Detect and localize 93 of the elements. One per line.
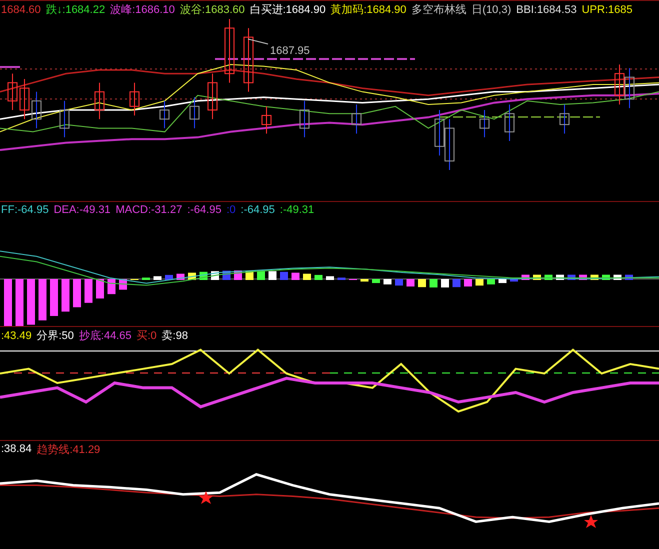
candlestick	[560, 104, 570, 134]
indicator-label: :38.84	[1, 443, 32, 456]
candlestick	[244, 27, 254, 92]
histogram-bar	[303, 274, 311, 280]
candlestick	[300, 100, 310, 138]
indicator-label: :-64.95	[187, 204, 222, 216]
histogram-bar	[165, 274, 173, 280]
indicator-label: MACD:-31.27	[116, 204, 182, 216]
candlestick	[60, 100, 70, 138]
histogram-bar	[614, 274, 622, 280]
candlestick	[208, 72, 218, 120]
candlestick	[262, 105, 272, 134]
histogram-bar	[533, 274, 541, 280]
histogram-bar	[96, 279, 104, 298]
histogram-bar	[338, 278, 346, 280]
histogram-bar	[579, 274, 587, 280]
histogram-bar	[430, 279, 438, 288]
indicator-label: :-49.31	[280, 204, 314, 216]
indicator-label: 黃加码:1684.90	[330, 3, 406, 18]
histogram-bar	[50, 279, 58, 316]
histogram-bar	[522, 274, 530, 280]
indicator-label: 1684.60	[1, 4, 41, 16]
histogram-bar	[590, 274, 598, 280]
star-icon	[199, 491, 213, 504]
candlestick	[160, 100, 170, 128]
indicator-label: DEA:-49.31	[54, 204, 111, 216]
indicator-label: 白买进:1684.90	[250, 3, 326, 18]
histogram-bar	[4, 279, 12, 326]
candlestick	[480, 109, 490, 138]
candlestick	[8, 72, 18, 110]
histogram-bar	[314, 274, 322, 280]
histogram-bar	[16, 279, 24, 326]
histogram-bar	[487, 279, 495, 284]
indicator-label: 买:0	[136, 329, 157, 344]
indicator-label: 波谷:1683.60	[180, 3, 245, 18]
price-label: 1687.95	[270, 44, 310, 56]
candlestick	[130, 82, 140, 116]
histogram-bar	[441, 279, 449, 288]
indicator-label: 多空布林线	[411, 2, 466, 18]
histogram-bar	[73, 279, 81, 308]
candlestick	[20, 78, 30, 120]
candlestick	[624, 67, 634, 108]
indicator-label: 跌↓:1684.22	[46, 3, 106, 18]
histogram-bar	[27, 279, 35, 325]
histogram-bar	[452, 279, 460, 288]
histogram-bar	[154, 276, 162, 280]
histogram-bar	[498, 279, 506, 284]
indicator-label: 抄底:44.65	[78, 328, 132, 344]
indicator-label: 趋势线:41.29	[36, 442, 100, 457]
indicator-label: UPR:1685	[582, 4, 632, 16]
indicator-label: 分界:50	[36, 329, 74, 344]
indicator-label: :0	[226, 204, 236, 216]
candlestick	[434, 109, 444, 156]
indicator-label: FF:-64.95	[1, 204, 49, 216]
candlestick	[614, 64, 624, 105]
histogram-bar	[510, 279, 518, 282]
leader-line	[248, 38, 268, 44]
histogram-bar	[280, 272, 288, 280]
indicator-label: BBI:1684.53	[516, 4, 577, 16]
histogram-bar	[326, 276, 334, 280]
histogram-bar	[602, 274, 610, 280]
histogram-bar	[406, 279, 414, 286]
histogram-bar	[625, 274, 633, 280]
histogram-bar	[84, 279, 92, 303]
histogram-bar	[464, 279, 472, 286]
histogram-bar	[372, 279, 380, 284]
histogram-bar	[418, 279, 426, 288]
candlestick	[224, 18, 234, 83]
histogram-bar	[268, 271, 276, 280]
indicator-label: :43.49	[1, 330, 32, 342]
histogram-bar	[384, 279, 392, 284]
histogram-bar	[62, 279, 70, 312]
histogram-bar	[108, 279, 116, 294]
histogram-bar	[38, 279, 46, 320]
candlestick	[444, 118, 454, 170]
histogram-bar	[395, 279, 403, 286]
histogram-bar	[142, 278, 150, 280]
histogram-bar	[360, 279, 368, 282]
indicator-label: :-64.95	[240, 204, 275, 216]
candlestick	[94, 82, 104, 120]
indicator-label: 波峰:1686.10	[110, 3, 175, 18]
candlestick	[352, 104, 362, 134]
histogram-bar	[292, 272, 300, 280]
histogram-bar	[476, 279, 484, 286]
histogram-bar	[568, 274, 576, 280]
candlestick	[32, 90, 42, 128]
candlestick	[504, 104, 514, 141]
histogram-bar	[544, 274, 552, 280]
indicator-label: 卖:98	[162, 329, 188, 344]
candlestick	[190, 96, 200, 128]
star-icon	[584, 515, 598, 528]
histogram-bar	[556, 274, 564, 280]
indicator-label: 日(10,3)	[471, 3, 512, 18]
